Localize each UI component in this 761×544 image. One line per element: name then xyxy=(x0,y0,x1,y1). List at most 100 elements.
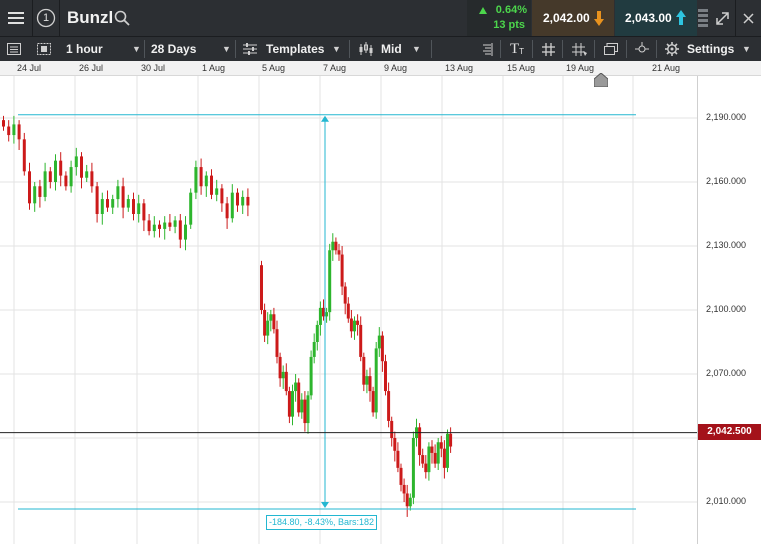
candle xyxy=(365,376,369,385)
settings-chevron-down-icon[interactable]: ▼ xyxy=(742,37,751,61)
candle xyxy=(411,438,415,498)
candle xyxy=(194,167,198,193)
candle xyxy=(43,171,47,197)
sell-price: 2,042.00 xyxy=(543,11,590,25)
candle xyxy=(349,318,353,332)
candle xyxy=(318,307,322,325)
drag-handle-icon[interactable] xyxy=(697,0,709,36)
templates-chevron-down-icon[interactable]: ▼ xyxy=(332,37,341,61)
windows-icon[interactable] xyxy=(598,37,624,61)
candle xyxy=(356,320,360,325)
candle xyxy=(399,467,403,485)
period-chevron-down-icon[interactable]: ▼ xyxy=(222,37,231,61)
expand-icon[interactable] xyxy=(710,0,734,36)
candle xyxy=(424,463,428,473)
candle xyxy=(446,433,449,468)
interval-chevron-down-icon[interactable]: ▼ xyxy=(132,37,141,61)
candle xyxy=(315,324,319,342)
date-label: 1 Aug xyxy=(202,63,226,73)
layout-grid-icon[interactable] xyxy=(30,37,58,61)
price-type-chevron-down-icon[interactable]: ▼ xyxy=(412,37,421,61)
instrument-title: Bunzl xyxy=(67,8,114,27)
candle xyxy=(48,171,52,182)
candle xyxy=(346,303,350,319)
candle xyxy=(436,442,440,464)
price-label: 2,070.000 xyxy=(706,368,747,378)
change-percent: 0.64% xyxy=(495,4,527,16)
candle xyxy=(236,192,239,206)
crosshair-grid-icon[interactable] xyxy=(566,37,592,61)
up-arrow-icon xyxy=(676,10,686,25)
grid-hash-icon[interactable] xyxy=(536,37,560,61)
candle xyxy=(449,433,453,447)
candle xyxy=(28,171,31,204)
chart-toolbar: 1 hour ▼ 28 Days ▼ Templates ▼ Mid ▼ TT … xyxy=(0,36,761,61)
price-label: 2,010.000 xyxy=(706,496,747,506)
info-number-icon[interactable]: 1 xyxy=(33,0,59,36)
candle xyxy=(421,455,425,464)
price-change-box: 0.64% 13 pts xyxy=(467,0,531,36)
price-chart[interactable] xyxy=(0,76,697,544)
candle xyxy=(121,186,125,208)
candle xyxy=(7,126,11,136)
candle xyxy=(132,199,135,214)
candle xyxy=(163,222,167,229)
candle xyxy=(111,199,115,208)
list-view-icon[interactable] xyxy=(0,37,28,61)
settings-button[interactable]: Settings xyxy=(687,37,734,61)
close-icon[interactable] xyxy=(736,0,761,36)
candle xyxy=(331,241,335,251)
candle xyxy=(269,314,273,321)
candle xyxy=(380,335,384,362)
candle xyxy=(38,186,42,197)
candle xyxy=(116,186,120,200)
candle xyxy=(275,329,279,357)
candle xyxy=(371,391,375,413)
date-label: 19 Aug xyxy=(566,63,595,73)
candle xyxy=(22,139,26,172)
text-tool-icon[interactable]: TT xyxy=(504,37,530,61)
candle xyxy=(303,399,307,424)
candle xyxy=(95,186,99,214)
sell-price-button[interactable]: 2,042.00 xyxy=(532,0,614,36)
candlestick-series xyxy=(2,115,453,517)
candle xyxy=(442,448,446,468)
candle xyxy=(393,438,397,451)
search-icon[interactable] xyxy=(112,0,132,36)
date-label: 15 Aug xyxy=(507,63,536,73)
candlestick-type-icon[interactable] xyxy=(356,37,376,61)
candle xyxy=(260,265,263,310)
candle xyxy=(312,342,316,357)
candle xyxy=(64,175,68,187)
hamburger-menu-icon[interactable] xyxy=(0,0,32,36)
buy-price-button[interactable]: 2,043.00 xyxy=(615,0,697,36)
candle xyxy=(287,391,291,417)
candle xyxy=(300,399,304,413)
candle xyxy=(173,220,177,227)
crosshair-icon[interactable] xyxy=(630,37,654,61)
candle xyxy=(69,167,73,187)
price-label: 2,160.000 xyxy=(706,176,747,186)
info-number: 1 xyxy=(42,12,50,24)
candle xyxy=(266,320,270,336)
candle xyxy=(306,395,310,424)
templates-sliders-icon[interactable] xyxy=(241,37,259,61)
candle xyxy=(2,120,5,127)
candle xyxy=(106,199,109,208)
current-price-tag: 2,042.500 xyxy=(698,424,761,440)
candle xyxy=(377,335,381,349)
templates-button[interactable]: Templates xyxy=(266,37,324,61)
interval-select[interactable]: 1 hour xyxy=(66,37,103,61)
candle xyxy=(168,222,172,227)
candle xyxy=(284,371,288,392)
gear-icon[interactable] xyxy=(663,37,681,61)
candle xyxy=(405,493,409,507)
indicators-icon[interactable] xyxy=(476,37,498,61)
candle xyxy=(402,484,406,494)
candle xyxy=(334,241,338,251)
candle xyxy=(374,348,378,413)
change-points: 13 pts xyxy=(493,19,525,31)
period-select[interactable]: 28 Days xyxy=(151,37,196,61)
price-type-select[interactable]: Mid xyxy=(381,37,402,61)
candle xyxy=(368,376,372,392)
